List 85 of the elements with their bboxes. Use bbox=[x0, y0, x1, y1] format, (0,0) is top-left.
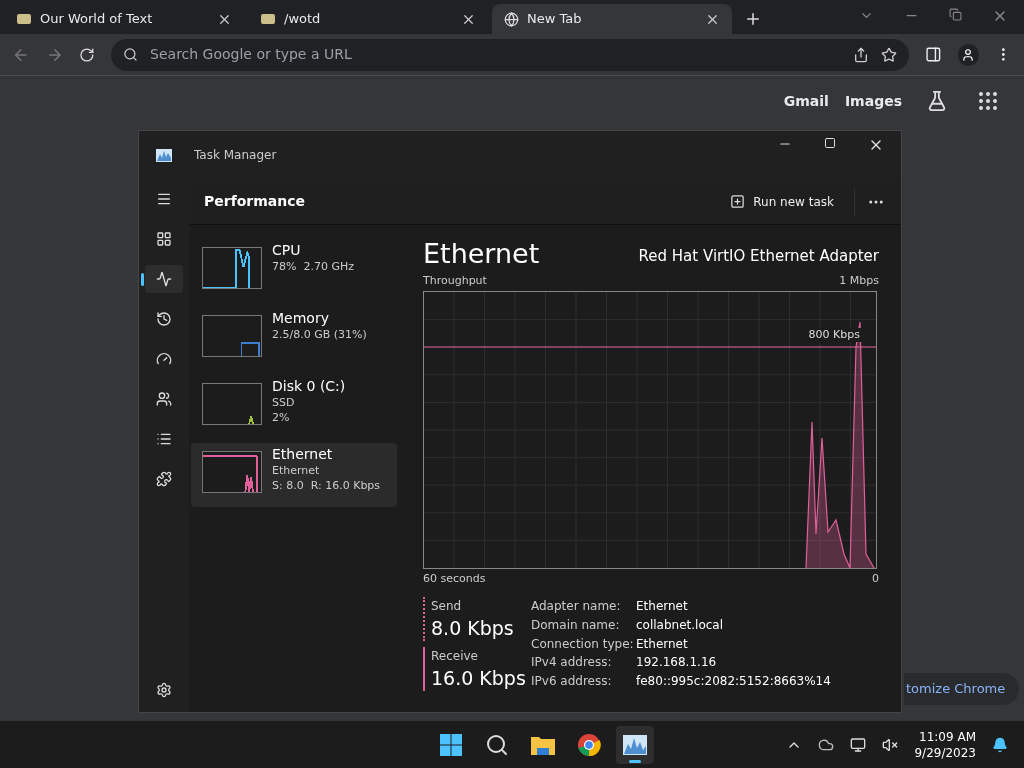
users-icon bbox=[156, 391, 172, 407]
device-item[interactable]: Memory 2.5/8.0 GB (31%) bbox=[191, 307, 397, 371]
flask-icon[interactable] bbox=[926, 90, 948, 112]
device-item[interactable]: Ethernet Ethernet S: 8.0 R: 16.0 Kbps bbox=[191, 443, 397, 507]
device-title: Ethernet bbox=[423, 237, 540, 271]
chrome-icon bbox=[577, 732, 602, 757]
star-icon[interactable] bbox=[881, 46, 897, 63]
search-icon bbox=[123, 47, 139, 62]
gauge-icon bbox=[156, 351, 172, 367]
task-manager-icon bbox=[156, 148, 172, 162]
tab-title: Our World of Text bbox=[40, 10, 154, 29]
window-title: Task Manager bbox=[194, 147, 277, 164]
side-panel-icon[interactable] bbox=[925, 46, 942, 63]
clock-time: 11:09 AM bbox=[919, 728, 976, 745]
monitor-icon[interactable] bbox=[850, 736, 867, 753]
add-task-icon bbox=[730, 194, 746, 209]
property-value: collabnet.local bbox=[636, 616, 725, 634]
profile-icon[interactable] bbox=[957, 43, 980, 66]
device-item[interactable]: CPU 78% 2.70 GHz bbox=[191, 239, 397, 303]
tab-title: New Tab bbox=[527, 10, 583, 29]
property-value: fe80::995c:2082:5152:8663%14 bbox=[636, 673, 831, 691]
adapter-name: Red Hat VirtIO Ethernet Adapter bbox=[638, 245, 879, 267]
property-label: IPv4 address: bbox=[531, 654, 613, 672]
bell-icon[interactable] bbox=[992, 736, 1008, 753]
grid-icon bbox=[156, 231, 172, 247]
task-manager-icon bbox=[622, 733, 649, 756]
stat-label: Send bbox=[431, 598, 463, 615]
stat-value: 8.0 Kbps bbox=[431, 616, 515, 641]
pulse-icon bbox=[156, 271, 172, 287]
device-detail: S: 8.0 R: 16.0 Kbps bbox=[272, 478, 381, 493]
globe-icon bbox=[504, 11, 519, 27]
browser-tab[interactable]: New Tab bbox=[492, 4, 732, 34]
browser-tab[interactable]: Our World of Text bbox=[4, 4, 244, 34]
device-detail: SSD bbox=[272, 395, 296, 410]
header-link[interactable]: Images bbox=[844, 90, 902, 112]
device-item[interactable]: Disk 0 (C:) SSD 2% bbox=[191, 375, 397, 439]
tab-title: /wotd bbox=[284, 10, 322, 29]
clock-date: 9/29/2023 bbox=[914, 744, 976, 761]
property-label: IPv6 address: bbox=[531, 673, 613, 691]
device-detail: 2% bbox=[272, 410, 291, 425]
puzzle-icon bbox=[156, 471, 172, 487]
property-label: Domain name: bbox=[531, 616, 621, 634]
settings-icon[interactable] bbox=[156, 682, 172, 698]
list-icon bbox=[156, 431, 172, 447]
device-detail: Ethernet bbox=[272, 463, 321, 478]
property-value: 192.168.1.16 bbox=[636, 654, 718, 672]
page-title: Performance bbox=[204, 192, 306, 211]
device-detail: 78% 2.70 GHz bbox=[272, 259, 354, 274]
history-icon bbox=[156, 311, 172, 327]
windows-logo-icon bbox=[439, 732, 464, 757]
omnibox[interactable]: Search Google or type a URL bbox=[111, 38, 909, 71]
apps-icon[interactable] bbox=[976, 89, 1000, 113]
property-label: Connection type: bbox=[531, 635, 635, 653]
parchment-icon bbox=[16, 12, 32, 26]
search-icon bbox=[485, 732, 510, 757]
parchment-icon bbox=[260, 12, 276, 26]
property-label: Adapter name: bbox=[531, 598, 622, 615]
taskbar-app[interactable] bbox=[616, 725, 655, 764]
device-detail: 2.5/8.0 GB (31%) bbox=[272, 327, 367, 342]
device-name: Ethernet bbox=[272, 445, 334, 463]
device-name: Memory bbox=[272, 309, 330, 327]
reload-icon[interactable] bbox=[79, 46, 96, 63]
customize-chrome-button[interactable]: tomize Chrome bbox=[904, 673, 1020, 705]
stat-value: 16.0 Kbps bbox=[431, 666, 523, 691]
property-value: Ethernet bbox=[636, 598, 689, 615]
scale-label: 800 Kbps bbox=[806, 327, 862, 342]
omnibox-placeholder: Search Google or type a URL bbox=[150, 45, 353, 64]
new-tab-icon[interactable] bbox=[744, 10, 762, 28]
browser-tab[interactable]: /wotd bbox=[248, 4, 488, 34]
clock[interactable]: 11:09 AM 9/29/2023 bbox=[914, 728, 976, 761]
share-icon[interactable] bbox=[853, 46, 869, 63]
maximize-icon[interactable] bbox=[824, 137, 836, 149]
device-name: Disk 0 (C:) bbox=[272, 377, 346, 395]
device-name: CPU bbox=[272, 241, 302, 259]
property-value: Ethernet bbox=[636, 635, 689, 653]
graph-max: 1 Mbps bbox=[839, 273, 879, 289]
stat-label: Receive bbox=[431, 648, 479, 665]
menu-icon bbox=[156, 191, 172, 207]
graph-label: Throughput bbox=[423, 273, 487, 289]
restore-icon[interactable] bbox=[949, 8, 962, 21]
axis-label: 0 bbox=[872, 570, 879, 587]
axis-label: 60 seconds bbox=[423, 570, 486, 587]
run-new-task-button[interactable]: Run new task bbox=[722, 186, 842, 217]
muted-speaker-icon[interactable] bbox=[882, 736, 899, 753]
header-link[interactable]: Gmail bbox=[783, 90, 829, 112]
